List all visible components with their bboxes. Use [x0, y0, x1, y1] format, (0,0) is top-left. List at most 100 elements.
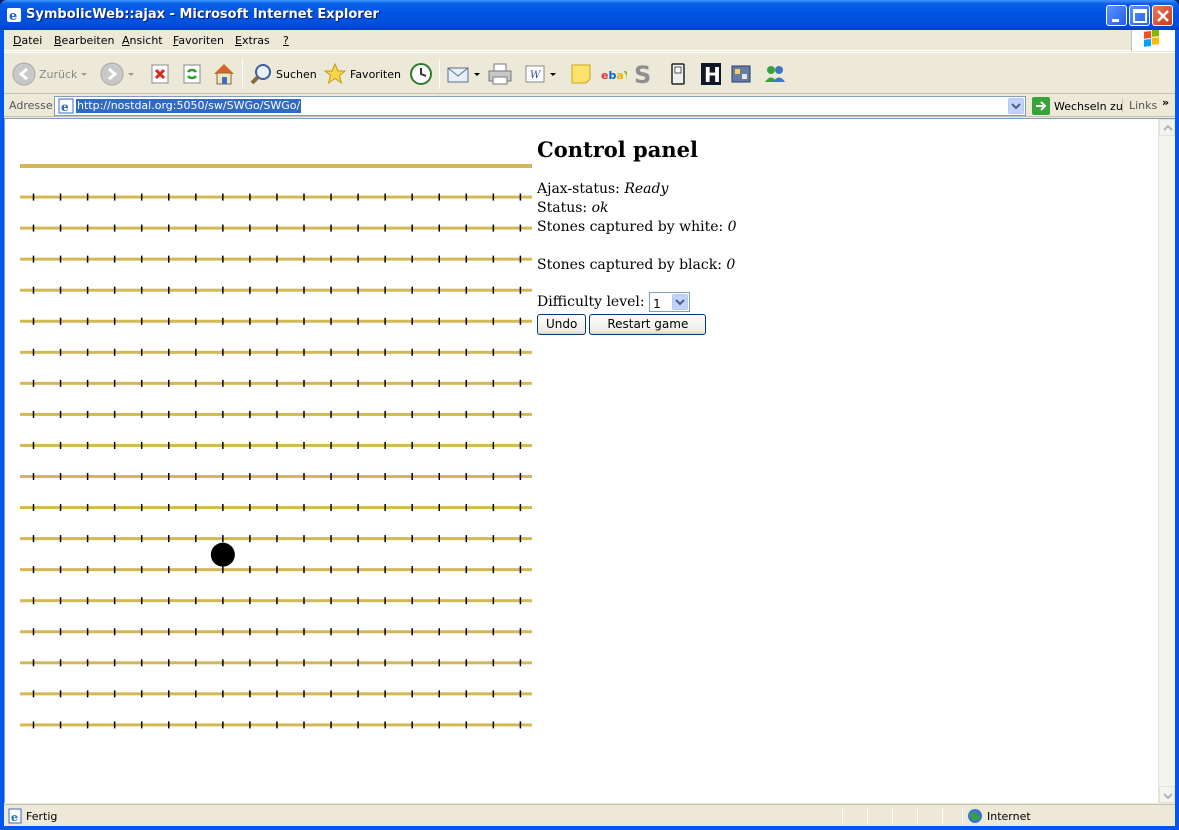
board-intersection[interactable] — [465, 348, 468, 356]
board-intersection[interactable] — [465, 255, 468, 263]
board-intersection[interactable] — [411, 597, 413, 605]
board-intersection[interactable] — [249, 255, 251, 263]
board-intersection[interactable] — [330, 224, 332, 232]
board-intersection[interactable] — [519, 628, 522, 636]
board-intersection[interactable] — [357, 379, 359, 387]
board-intersection[interactable] — [465, 566, 468, 574]
address-dropdown-button[interactable] — [1008, 98, 1024, 114]
board-intersection[interactable] — [438, 535, 441, 543]
board-intersection[interactable] — [195, 628, 197, 636]
board-intersection[interactable] — [249, 473, 251, 480]
board-intersection[interactable] — [519, 597, 522, 605]
board-intersection[interactable] — [492, 286, 495, 294]
board-intersection[interactable] — [411, 473, 413, 480]
history-button[interactable] — [408, 59, 434, 89]
board-intersection[interactable] — [276, 441, 278, 449]
board-intersection[interactable] — [168, 504, 170, 512]
undo-button[interactable]: Undo — [537, 314, 587, 335]
search-button[interactable]: Suchen — [249, 59, 317, 89]
menu-extras[interactable]: Extras — [235, 34, 270, 47]
board-intersection[interactable] — [411, 317, 413, 325]
board-intersection[interactable] — [195, 410, 197, 418]
board-intersection[interactable] — [330, 473, 332, 480]
ebay-button[interactable]: ebaY — [601, 59, 627, 89]
board-intersection[interactable] — [519, 317, 522, 325]
board-intersection[interactable] — [492, 690, 495, 698]
board-intersection[interactable] — [32, 473, 35, 480]
board-intersection[interactable] — [411, 659, 413, 667]
board-intersection[interactable] — [492, 348, 495, 356]
board-intersection[interactable] — [249, 566, 251, 574]
board-intersection[interactable] — [411, 504, 413, 512]
board-intersection[interactable] — [59, 441, 62, 449]
media-button[interactable] — [729, 59, 753, 89]
board-intersection[interactable] — [276, 566, 278, 574]
board-intersection[interactable] — [222, 535, 224, 543]
restart-game-button[interactable]: Restart game — [589, 314, 707, 335]
board-intersection[interactable] — [32, 255, 35, 263]
board-intersection[interactable] — [303, 659, 305, 667]
board-intersection[interactable] — [519, 379, 522, 387]
board-intersection[interactable] — [330, 441, 332, 449]
board-intersection[interactable] — [32, 566, 35, 574]
board-intersection[interactable] — [140, 348, 143, 356]
board-intersection[interactable] — [492, 410, 495, 418]
board-intersection[interactable] — [195, 348, 197, 356]
board-intersection[interactable] — [249, 410, 251, 418]
board-intersection[interactable] — [303, 317, 305, 325]
board-intersection[interactable] — [59, 286, 62, 294]
board-intersection[interactable] — [195, 473, 197, 480]
board-intersection[interactable] — [330, 193, 332, 201]
board-intersection[interactable] — [357, 410, 359, 418]
board-intersection[interactable] — [113, 473, 116, 480]
board-intersection[interactable] — [32, 224, 35, 232]
board-intersection[interactable] — [492, 628, 495, 636]
board-intersection[interactable] — [411, 224, 413, 232]
board-intersection[interactable] — [140, 721, 143, 729]
board-intersection[interactable] — [357, 441, 359, 449]
board-intersection[interactable] — [411, 535, 413, 543]
board-intersection[interactable] — [357, 317, 359, 325]
board-intersection[interactable] — [59, 348, 62, 356]
board-intersection[interactable] — [249, 317, 251, 325]
board-intersection[interactable] — [492, 566, 495, 574]
board-intersection[interactable] — [222, 317, 224, 325]
board-intersection[interactable] — [330, 255, 332, 263]
board-intersection[interactable] — [465, 659, 468, 667]
board-intersection[interactable] — [249, 193, 251, 201]
board-intersection[interactable] — [330, 535, 332, 543]
address-url[interactable]: http://nostdal.org:5050/sw/SWGo/SWGo/ — [76, 99, 302, 113]
board-intersection[interactable] — [411, 255, 413, 263]
board-intersection[interactable] — [276, 473, 278, 480]
board-intersection[interactable] — [168, 535, 170, 543]
board-intersection[interactable] — [113, 410, 116, 418]
board-intersection[interactable] — [384, 566, 386, 574]
board-intersection[interactable] — [59, 317, 62, 325]
board-intersection[interactable] — [140, 286, 143, 294]
board-intersection[interactable] — [411, 410, 413, 418]
board-intersection[interactable] — [303, 504, 305, 512]
board-intersection[interactable] — [303, 193, 305, 201]
board-intersection[interactable] — [465, 286, 468, 294]
board-intersection[interactable] — [303, 441, 305, 449]
board-intersection[interactable] — [411, 379, 413, 387]
board-intersection[interactable] — [303, 690, 305, 698]
board-intersection[interactable] — [113, 504, 116, 512]
refresh-button[interactable] — [181, 59, 203, 89]
menu-ansicht[interactable]: Ansicht — [122, 34, 163, 47]
board-intersection[interactable] — [32, 317, 35, 325]
board-intersection[interactable] — [222, 628, 224, 636]
board-intersection[interactable] — [519, 721, 522, 729]
board-intersection[interactable] — [59, 721, 62, 729]
print-button[interactable] — [487, 59, 513, 89]
board-intersection[interactable] — [249, 659, 251, 667]
board-intersection[interactable] — [222, 690, 224, 698]
board-intersection[interactable] — [357, 690, 359, 698]
h-button[interactable]: H — [699, 59, 723, 89]
board-intersection[interactable] — [357, 628, 359, 636]
board-intersection[interactable] — [519, 410, 522, 418]
board-intersection[interactable] — [140, 690, 143, 698]
board-intersection[interactable] — [276, 504, 278, 512]
board-intersection[interactable] — [32, 504, 35, 512]
board-intersection[interactable] — [357, 535, 359, 543]
